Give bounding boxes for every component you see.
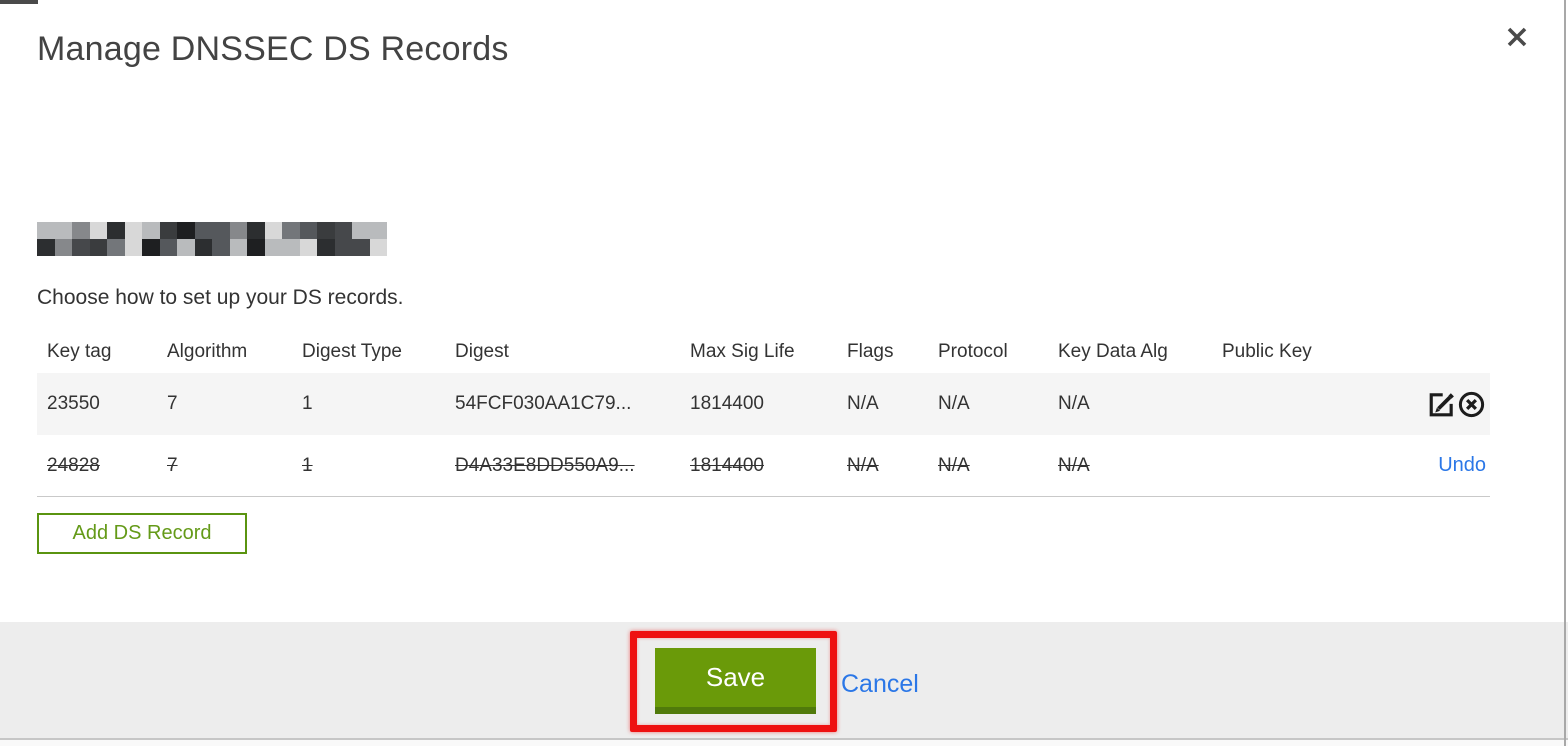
protocol-value: N/A (938, 454, 970, 476)
ds-records-instruction: Choose how to set up your DS records. (37, 286, 404, 309)
redaction-pixel (54, 239, 72, 256)
window-right-border (1564, 0, 1566, 746)
redaction-pixel (212, 222, 230, 239)
redaction-pixel (124, 239, 142, 256)
redaction-pixel (334, 222, 352, 239)
redaction-pixel (212, 239, 230, 256)
table-header-row: Key tag Algorithm Digest Type Digest Max… (37, 330, 1490, 373)
redaction-pixel (229, 239, 247, 256)
digest-value: 54FCF030AA1C79... (455, 393, 632, 414)
manage-dnssec-dialog: Manage DNSSEC DS Records Choose how to s… (0, 0, 1568, 746)
redaction-pixel (317, 239, 335, 256)
column-header-digest-type: Digest Type (302, 340, 402, 362)
flags-value: N/A (847, 393, 879, 414)
flags-value: N/A (847, 454, 879, 476)
column-header-public-key: Public Key (1222, 340, 1312, 362)
cancel-link[interactable]: Cancel (841, 670, 919, 699)
redaction-pixel (107, 222, 125, 239)
redaction-pixel (177, 222, 195, 239)
page-title: Manage DNSSEC DS Records (37, 30, 509, 68)
digest-type-value: 1 (302, 454, 313, 476)
redaction-pixel (177, 239, 195, 256)
row-actions: Undo (1420, 454, 1490, 477)
redaction-pixel (229, 222, 247, 239)
column-header-digest: Digest (455, 340, 509, 362)
delete-record-icon[interactable] (1457, 390, 1486, 419)
redaction-pixel (247, 239, 265, 256)
column-header-key-tag: Key tag (47, 340, 112, 362)
undo-link[interactable]: Undo (1438, 454, 1486, 477)
redaction-pixel (72, 222, 90, 239)
row-actions (1420, 390, 1490, 419)
column-header-flags: Flags (847, 340, 894, 362)
table-row: 23550 7 1 54FCF030AA1C79... 1814400 N/A … (37, 373, 1490, 435)
save-button[interactable]: Save (655, 648, 816, 714)
window-bottom-edge (0, 740, 1568, 746)
redaction-pixel (247, 222, 265, 239)
redaction-pixel (352, 222, 370, 239)
redaction-pixel (37, 239, 55, 256)
key-tag-value: 24828 (47, 454, 100, 476)
redaction-pixel (352, 239, 370, 256)
redaction-pixel (194, 222, 212, 239)
protocol-value: N/A (938, 393, 970, 414)
redaction-pixel (264, 239, 282, 256)
key-data-alg-value: N/A (1058, 454, 1090, 476)
key-data-alg-value: N/A (1058, 393, 1090, 414)
redacted-domain-name (37, 222, 387, 256)
digest-type-value: 1 (302, 393, 313, 414)
redaction-pixel (299, 222, 317, 239)
digest-value: D4A33E8DD550A9... (455, 454, 635, 476)
max-sig-life-value: 1814400 (690, 454, 764, 476)
window-edge-artifact (0, 0, 38, 4)
redaction-pixel (317, 222, 335, 239)
redaction-pixel (54, 222, 72, 239)
dialog-footer: Save Cancel (0, 622, 1568, 738)
table-row-deleted: 24828 7 1 D4A33E8DD550A9... 1814400 N/A … (37, 435, 1490, 497)
algorithm-value: 7 (167, 454, 178, 476)
add-ds-record-button[interactable]: Add DS Record (37, 513, 247, 554)
edit-record-icon[interactable] (1427, 390, 1456, 419)
redaction-pixel (37, 222, 55, 239)
redaction-pixel (194, 239, 212, 256)
close-icon[interactable] (1500, 20, 1534, 54)
redaction-pixel (264, 222, 282, 239)
redaction-pixel (159, 239, 177, 256)
redaction-pixel (107, 239, 125, 256)
max-sig-life-value: 1814400 (690, 393, 764, 414)
redaction-pixel (142, 239, 160, 256)
redaction-pixel (282, 239, 300, 256)
column-header-protocol: Protocol (938, 340, 1008, 362)
algorithm-value: 7 (167, 393, 178, 414)
redaction-pixel (89, 239, 107, 256)
redaction-pixel (159, 222, 177, 239)
redaction-pixel (369, 239, 387, 256)
redaction-pixel (334, 239, 352, 256)
redaction-pixel (369, 222, 387, 239)
column-header-key-data-alg: Key Data Alg (1058, 340, 1168, 362)
column-header-algorithm: Algorithm (167, 340, 248, 362)
redaction-pixel (299, 239, 317, 256)
redaction-pixel (72, 239, 90, 256)
key-tag-value: 23550 (47, 393, 100, 414)
redaction-pixel (124, 222, 142, 239)
redaction-pixel (142, 222, 160, 239)
ds-records-table: Key tag Algorithm Digest Type Digest Max… (37, 330, 1490, 497)
column-header-max-sig-life: Max Sig Life (690, 340, 795, 362)
redaction-pixel (282, 222, 300, 239)
redaction-pixel (89, 222, 107, 239)
